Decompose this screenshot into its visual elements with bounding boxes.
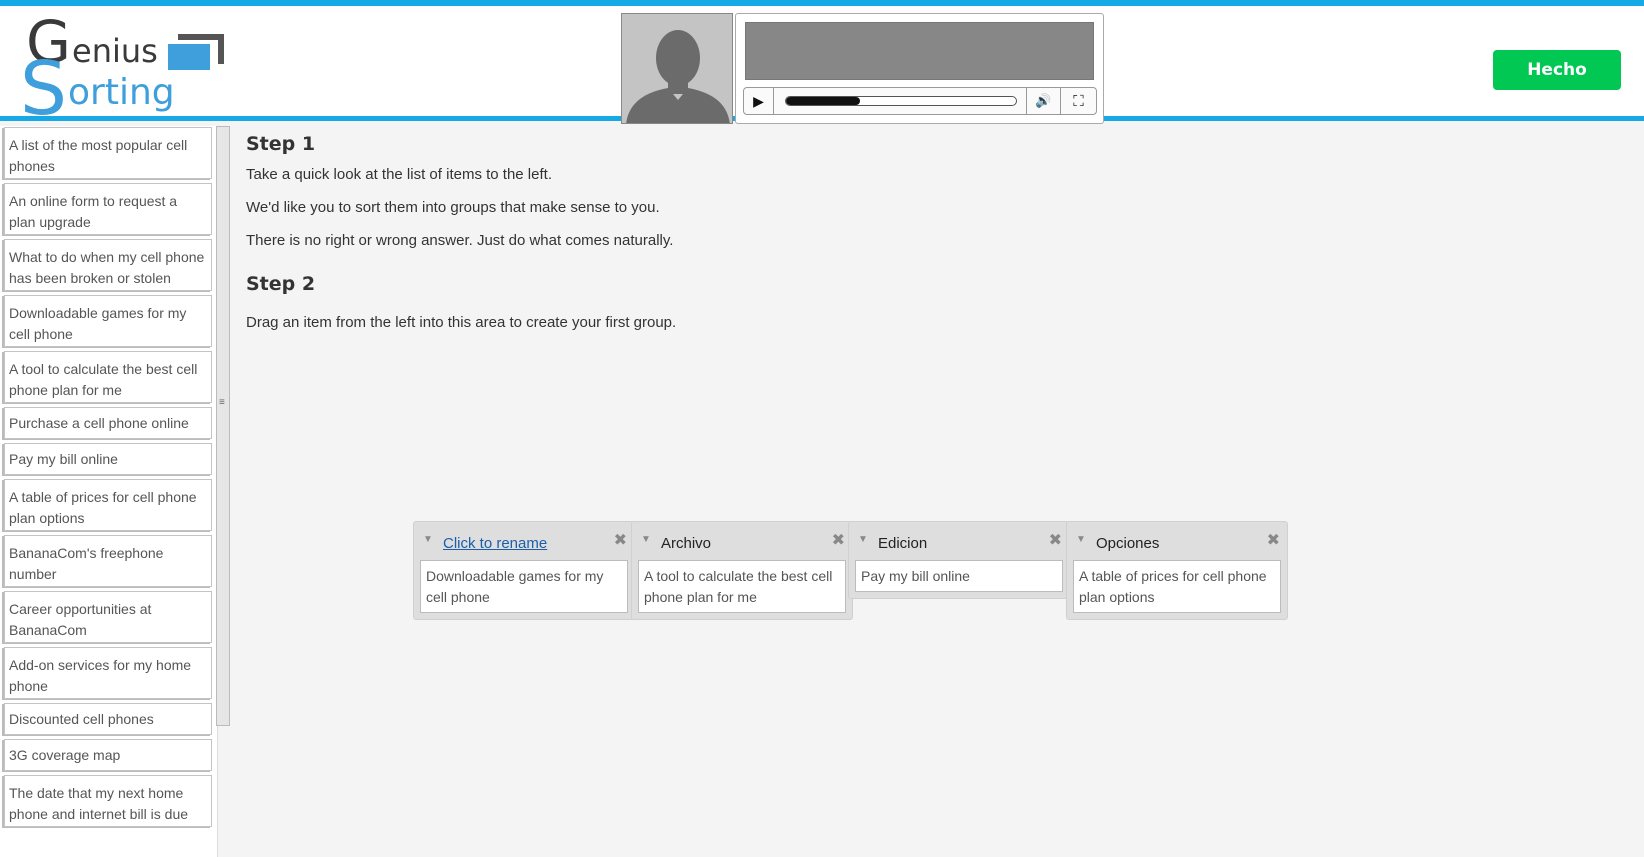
- sidebar-card-item[interactable]: What to do when my cell phone has been b…: [4, 239, 212, 291]
- group-title[interactable]: Edicion: [878, 535, 927, 552]
- video-screen[interactable]: [745, 22, 1094, 80]
- video-player: ▶ 🔊 ⛶: [735, 13, 1104, 124]
- sidebar-card-item[interactable]: Career opportunities at BananaCom: [4, 591, 212, 643]
- group-header: ▼ Click to rename ✖: [414, 522, 634, 560]
- step1-title: Step 1: [246, 133, 316, 155]
- group-box[interactable]: ▼ Opciones ✖ A table of prices for cell pho…: [1066, 521, 1288, 620]
- sidebar-card-item[interactable]: Add-on services for my home phone: [4, 647, 212, 699]
- grip-icon: ≡: [219, 397, 225, 408]
- items-sidebar: A list of the most popular cell phones An…: [0, 126, 218, 857]
- sidebar-card-item[interactable]: Purchase a cell phone online: [4, 407, 212, 439]
- caret-down-icon[interactable]: ▼: [641, 534, 651, 545]
- genius-sorting-logo: G enius S orting: [20, 8, 224, 132]
- volume-icon[interactable]: 🔊: [1026, 88, 1060, 114]
- sidebar-card-item[interactable]: An online form to request a plan upgrade: [4, 183, 212, 235]
- sidebar-card-item[interactable]: A list of the most popular cell phones: [4, 127, 212, 179]
- sidebar-card-item[interactable]: Discounted cell phones: [4, 703, 212, 735]
- done-button[interactable]: Hecho: [1493, 50, 1621, 90]
- person-silhouette-icon: [622, 14, 732, 123]
- close-icon[interactable]: ✖: [832, 530, 845, 550]
- step2-title: Step 2: [246, 273, 316, 295]
- group-card-item[interactable]: A tool to calculate the best cell phone …: [638, 560, 846, 613]
- sidebar-card-item[interactable]: A tool to calculate the best cell phone …: [4, 351, 212, 403]
- group-header: ▼ Archivo ✖: [632, 522, 852, 560]
- step1-line: There is no right or wrong answer. Just …: [246, 232, 674, 249]
- group-title[interactable]: Click to rename: [443, 535, 547, 552]
- group-title[interactable]: Archivo: [661, 535, 711, 552]
- close-icon[interactable]: ✖: [614, 530, 627, 550]
- caret-down-icon[interactable]: ▼: [858, 534, 868, 545]
- group-header: ▼ Edicion ✖: [849, 522, 1069, 560]
- sidebar-card-item[interactable]: A table of prices for cell phone plan op…: [4, 479, 212, 531]
- sidebar-splitter[interactable]: ≡: [216, 126, 230, 726]
- fullscreen-icon[interactable]: ⛶: [1060, 88, 1096, 114]
- step2-line: Drag an item from the left into this are…: [246, 314, 677, 331]
- step1-line: We'd like you to sort them into groups t…: [246, 199, 660, 216]
- step1-line: Take a quick look at the list of items t…: [246, 166, 552, 183]
- sidebar-card-item[interactable]: Pay my bill online: [4, 443, 212, 475]
- caret-down-icon[interactable]: ▼: [1076, 534, 1086, 545]
- sidebar-card-item[interactable]: The date that my next home phone and int…: [4, 775, 212, 827]
- header: G enius S orting ▶ 🔊 ⛶ Hecho: [0, 6, 1644, 132]
- sorting-area[interactable]: Step 1 Take a quick look at the list of …: [231, 126, 1644, 857]
- sidebar-card-item[interactable]: BananaCom's freephone number: [4, 535, 212, 587]
- participant-avatar: [621, 13, 733, 124]
- group-card-item[interactable]: A table of prices for cell phone plan op…: [1073, 560, 1281, 613]
- group-box[interactable]: ▼ Edicion ✖ Pay my bill online: [848, 521, 1070, 599]
- close-icon[interactable]: ✖: [1267, 530, 1280, 550]
- group-box[interactable]: ▼ Archivo ✖ A tool to calculate the best ce…: [631, 521, 853, 620]
- group-box[interactable]: ▼ Click to rename ✖ Downloadable games for …: [413, 521, 635, 620]
- group-title[interactable]: Opciones: [1096, 535, 1159, 552]
- caret-down-icon[interactable]: ▼: [423, 534, 433, 545]
- group-card-item[interactable]: Pay my bill online: [855, 560, 1063, 592]
- progress-bar[interactable]: [785, 96, 1017, 106]
- group-header: ▼ Opciones ✖: [1067, 522, 1287, 560]
- sidebar-card-item[interactable]: 3G coverage map: [4, 739, 212, 771]
- close-icon[interactable]: ✖: [1049, 530, 1062, 550]
- player-controls: ▶ 🔊 ⛶: [743, 87, 1097, 115]
- play-icon[interactable]: ▶: [744, 88, 774, 114]
- progress-fill: [786, 97, 860, 105]
- sidebar-card-item[interactable]: Downloadable games for my cell phone: [4, 295, 212, 347]
- group-card-item[interactable]: Downloadable games for my cell phone: [420, 560, 628, 613]
